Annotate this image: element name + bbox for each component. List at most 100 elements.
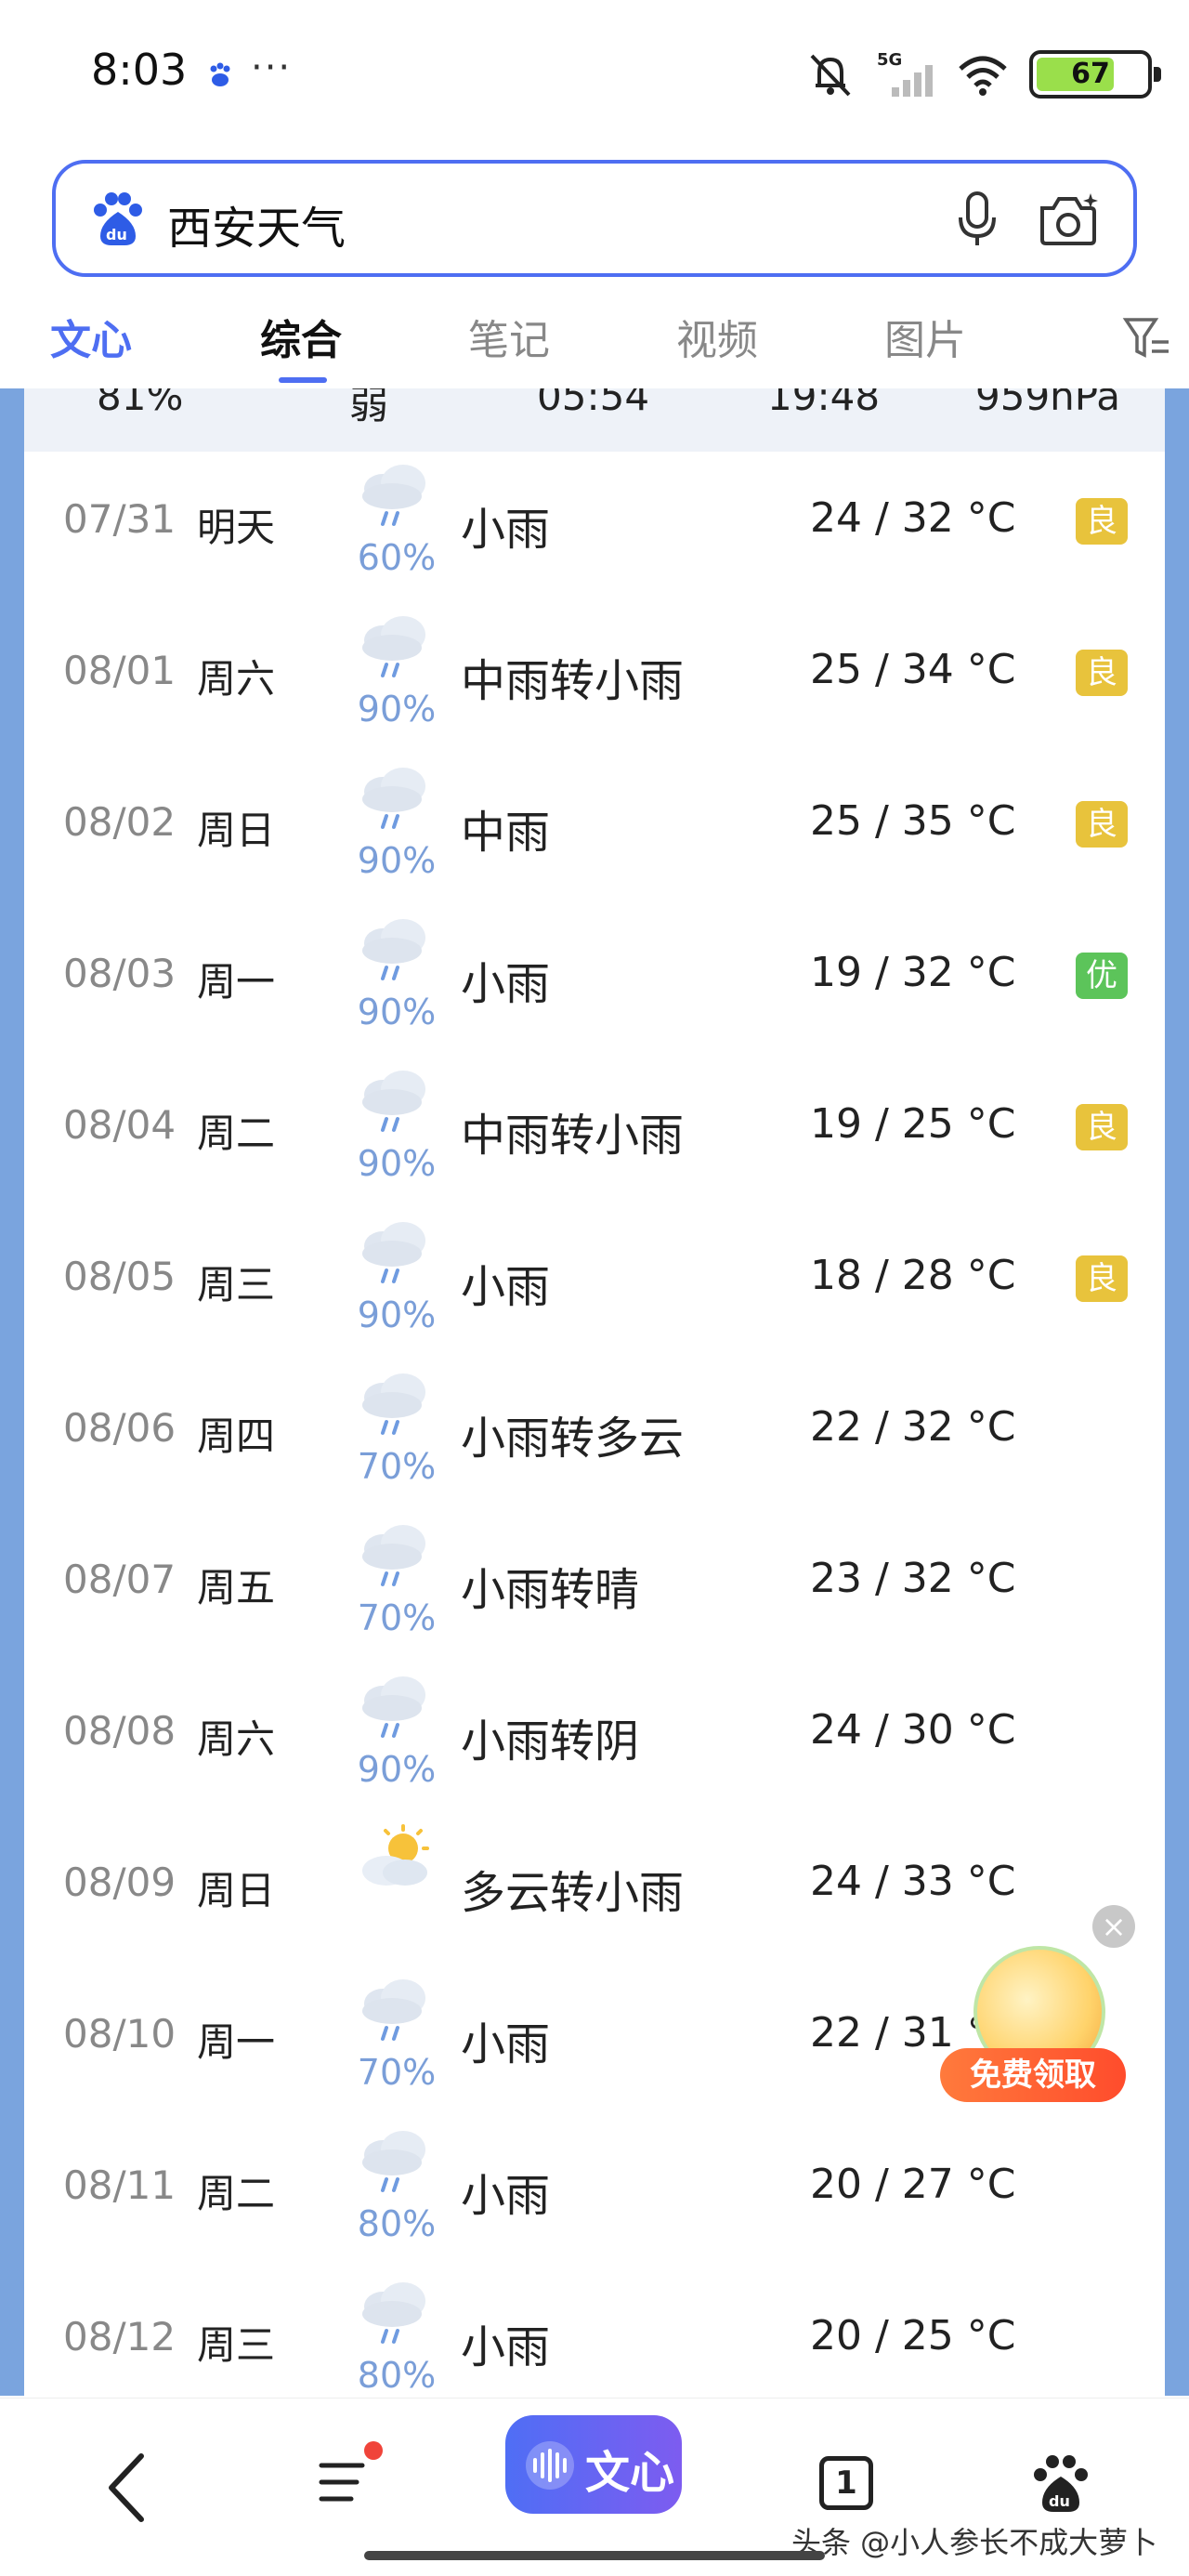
wind-value: 弱 <box>349 388 389 427</box>
forecast-row[interactable]: 08/02 周日 90% 中雨 25 / 35 °C 良 <box>24 747 1165 899</box>
forecast-row[interactable]: 08/06 周四 70% 小雨转多云 22 / 32 °C <box>24 1353 1165 1505</box>
forecast-temperature: 20 / 25 °C <box>810 2312 1016 2359</box>
forecast-date: 08/05 <box>63 1254 176 1299</box>
forecast-condition: 小雨 <box>461 1261 551 1313</box>
forecast-row[interactable]: 08/12 周三 80% 小雨 20 / 25 °C <box>24 2262 1165 2396</box>
rain-icon <box>355 1976 438 2050</box>
bottom-nav: 文心 1 du 头条 @小人参长不成大萝卜 <box>0 2398 1189 2576</box>
precipitation-chance: 90% <box>357 1143 437 1184</box>
card-right-border <box>1165 388 1189 2396</box>
forecast-weekday: 周二 <box>197 1111 276 1156</box>
forecast-date: 08/04 <box>63 1102 176 1148</box>
status-time: 8:03 <box>91 45 188 95</box>
tab-wenxin[interactable]: 文心 <box>50 307 132 366</box>
search-input[interactable]: 西安天气 <box>167 191 346 256</box>
tab-notes[interactable]: 笔记 <box>468 307 550 366</box>
forecast-weekday: 明天 <box>197 505 276 550</box>
home-indicator[interactable] <box>364 2551 825 2560</box>
humidity-value: 81% <box>97 388 184 419</box>
forecast-date: 08/08 <box>63 1708 176 1754</box>
status-icons: 5G 67 <box>788 48 1161 100</box>
forecast-temperature: 19 / 32 °C <box>810 949 1016 996</box>
network-label: 5G <box>877 50 902 70</box>
baidu-paw-icon <box>210 62 230 86</box>
baidu-home-icon[interactable]: du <box>1031 2451 1091 2516</box>
forecast-temperature: 24 / 32 °C <box>810 494 1016 542</box>
forecast-row[interactable]: 08/08 周六 90% 小雨转阴 24 / 30 °C <box>24 1656 1165 1807</box>
forecast-temperature: 25 / 35 °C <box>810 797 1016 845</box>
forecast-weekday: 周日 <box>197 808 276 853</box>
status-bar: 8:03 ··· 5G 67 <box>0 0 1189 149</box>
forecast-condition: 小雨 <box>461 958 551 1010</box>
tab-count-button[interactable]: 1 <box>819 2456 873 2510</box>
rain-icon <box>355 1218 438 1293</box>
wenxin-wave-icon <box>526 2441 574 2490</box>
forecast-weekday: 周一 <box>197 2019 276 2065</box>
promo-widget[interactable]: 免费领取 <box>940 1918 1154 2123</box>
aqi-badge: 良 <box>1076 1104 1128 1150</box>
forecast-condition: 小雨 <box>461 2321 551 2373</box>
precipitation-chance: 90% <box>357 992 437 1032</box>
mute-bell-icon <box>810 54 851 97</box>
tab-images[interactable]: 图片 <box>884 307 966 366</box>
forecast-row[interactable]: 08/03 周一 90% 小雨 19 / 32 °C 优 <box>24 899 1165 1050</box>
filter-icon[interactable] <box>1122 314 1170 362</box>
forecast-temperature: 24 / 30 °C <box>810 1706 1016 1754</box>
forecast-row[interactable]: 08/01 周六 90% 中雨转小雨 25 / 34 °C 良 <box>24 596 1165 747</box>
aqi-badge: 良 <box>1076 498 1128 545</box>
back-icon[interactable] <box>104 2451 150 2525</box>
camera-search-icon[interactable] <box>1037 190 1100 249</box>
forecast-condition: 中雨转小雨 <box>461 655 685 707</box>
forecast-row[interactable]: 07/31 明天 60% 小雨 24 / 32 °C 良 <box>24 444 1165 596</box>
forecast-date: 08/02 <box>63 799 176 845</box>
forecast-temperature: 24 / 33 °C <box>810 1858 1016 1905</box>
forecast-condition: 小雨转多云 <box>461 1413 685 1465</box>
forecast-weekday: 周六 <box>197 656 276 702</box>
page: 8:03 ··· 5G 67 du 西安天气 文心 综合 笔记 视频 图片 81… <box>0 0 1189 2576</box>
svg-text:du: du <box>106 226 127 243</box>
active-tab-indicator <box>279 377 327 383</box>
forecast-row[interactable]: 08/07 周五 70% 小雨转晴 23 / 32 °C <box>24 1505 1165 1656</box>
wifi-icon <box>959 56 1007 96</box>
forecast-date: 08/03 <box>63 951 176 996</box>
tab-general[interactable]: 综合 <box>260 307 342 366</box>
forecast-condition: 小雨 <box>461 504 551 556</box>
forecast-row[interactable]: 08/11 周二 80% 小雨 20 / 27 °C <box>24 2110 1165 2262</box>
precipitation-chance: 60% <box>357 537 437 578</box>
tab-videos[interactable]: 视频 <box>676 307 758 366</box>
wenxin-button[interactable]: 文心 <box>505 2415 682 2514</box>
forecast-row[interactable]: 08/04 周二 90% 中雨转小雨 19 / 25 °C 良 <box>24 1050 1165 1202</box>
rain-icon <box>355 1067 438 1141</box>
forecast-date: 08/06 <box>63 1405 176 1451</box>
battery-nub <box>1154 67 1161 82</box>
baidu-logo-icon[interactable]: du <box>89 190 147 249</box>
signal-icon: 5G <box>877 50 933 97</box>
forecast-date: 07/31 <box>63 496 176 542</box>
forecast-weekday: 周四 <box>197 1413 276 1459</box>
forecast-row[interactable]: 08/05 周三 90% 小雨 18 / 28 °C 良 <box>24 1202 1165 1353</box>
forecast-weekday: 周一 <box>197 959 276 1005</box>
forecast-temperature: 19 / 25 °C <box>810 1100 1016 1148</box>
forecast-temperature: 22 / 32 °C <box>810 1403 1016 1451</box>
rain-icon <box>355 915 438 990</box>
promo-claim-button[interactable]: 免费领取 <box>940 2048 1126 2102</box>
microphone-icon[interactable] <box>953 190 1001 249</box>
rain-icon <box>355 2127 438 2201</box>
weather-summary-strip: 81% 弱 05:54 19:48 959hPa <box>24 388 1165 452</box>
partly-cloudy-icon <box>355 1824 438 1899</box>
forecast-date: 08/09 <box>63 1860 176 1905</box>
forecast-condition: 小雨 <box>461 2170 551 2222</box>
rain-icon <box>355 1521 438 1596</box>
menu-icon[interactable] <box>316 2454 373 2512</box>
promo-close-button[interactable]: × <box>1092 1905 1135 1948</box>
search-bar[interactable]: du 西安天气 <box>52 160 1137 277</box>
precipitation-chance: 70% <box>357 1446 437 1487</box>
wenxin-label: 文心 <box>585 2447 675 2499</box>
precipitation-chance: 70% <box>357 2052 437 2093</box>
forecast-date: 08/11 <box>63 2162 176 2208</box>
rain-icon <box>355 2279 438 2353</box>
precipitation-chance: 70% <box>357 1597 437 1638</box>
aqi-badge: 良 <box>1076 650 1128 696</box>
forecast-condition: 中雨 <box>461 807 551 859</box>
forecast-weekday: 周五 <box>197 1565 276 1610</box>
